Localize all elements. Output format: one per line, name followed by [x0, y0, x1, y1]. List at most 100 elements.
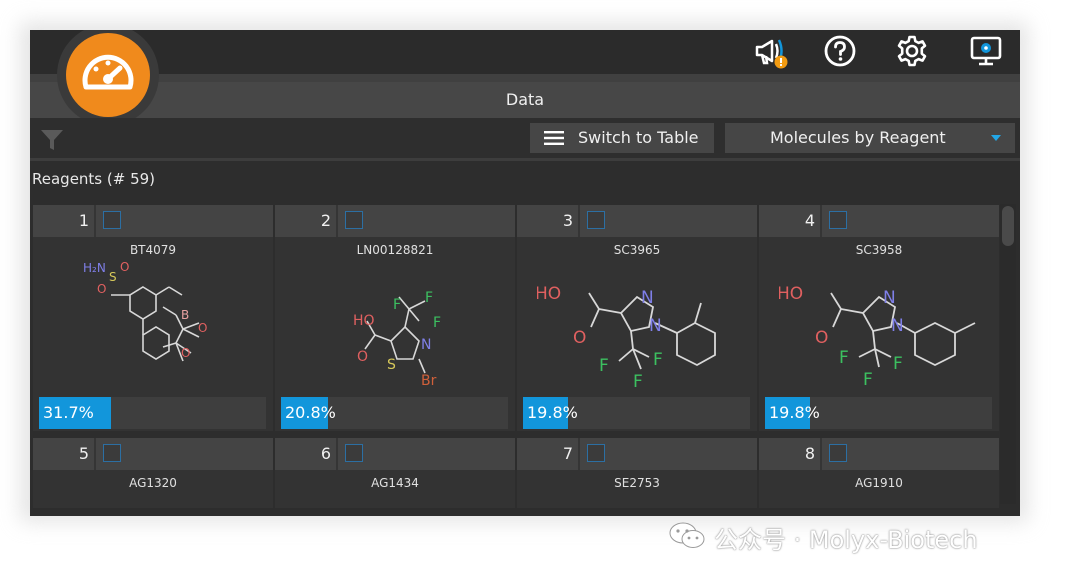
divider [94, 438, 96, 470]
card-checkbox[interactable] [345, 444, 363, 462]
atom-label: F [425, 290, 433, 306]
divider [30, 74, 1020, 82]
atom-label: S [387, 357, 396, 373]
atom-label: F [653, 350, 663, 370]
scrollbar-thumb[interactable] [1002, 206, 1014, 246]
reagent-card[interactable]: 2 LN00128821 HO O F F F N S Br 20.8% [275, 205, 515, 431]
divider [336, 205, 338, 237]
atom-label: N [421, 337, 431, 353]
wechat-icon [669, 522, 705, 548]
reagents-count-label: Reagents (# 59) [32, 170, 156, 188]
card-index: 5 [78, 444, 89, 463]
filter-icon[interactable] [38, 126, 66, 154]
atom-label: O [181, 346, 190, 360]
reagent-card[interactable]: 5 AG1320 [33, 438, 273, 508]
atom-label: H₂N [83, 261, 106, 275]
switch-to-table-label: Switch to Table [578, 128, 699, 147]
atom-label: F [393, 297, 401, 313]
atom-label: S [109, 270, 117, 284]
help-icon[interactable] [822, 33, 858, 69]
divider [94, 205, 96, 237]
card-index: 1 [78, 211, 89, 230]
reagent-card[interactable]: 3 SC3965 HO O N N F F F 19.8% [517, 205, 757, 431]
reagent-id: BT4079 [129, 243, 177, 257]
card-header: 6 [275, 438, 515, 470]
card-index: 7 [562, 444, 573, 463]
atom-label: F [633, 372, 643, 392]
percent-label: 19.8% [769, 403, 820, 422]
pagination-dots[interactable] [505, 506, 545, 514]
atom-label: O [573, 328, 586, 348]
percent-bar: 19.8% [765, 397, 992, 429]
reagent-card[interactable]: 7 SE2753 [517, 438, 757, 508]
divider [820, 438, 822, 470]
atom-label: F [433, 315, 441, 331]
atom-label: Br [421, 373, 437, 389]
card-checkbox[interactable] [587, 444, 605, 462]
card-checkbox[interactable] [103, 444, 121, 462]
atom-label: O [815, 328, 828, 348]
reagent-id: SE2753 [614, 476, 660, 490]
percent-label: 31.7% [43, 403, 94, 422]
list-icon [544, 131, 564, 145]
percent-bar: 19.8% [523, 397, 750, 429]
reagent-id: AG1910 [855, 476, 903, 490]
reagent-id: SC3965 [613, 243, 661, 257]
top-bar [30, 30, 1020, 74]
atom-label: O [198, 321, 207, 335]
reagent-card[interactable]: 6 AG1434 [275, 438, 515, 508]
view-mode-select[interactable]: Molecules by Reagent [725, 123, 1015, 153]
card-header: 5 [33, 438, 273, 470]
card-header: 7 [517, 438, 757, 470]
atom-label: HO [537, 284, 561, 304]
molecule-structure: HO O F F F N S Br [295, 257, 495, 395]
atom-label: B [181, 308, 189, 322]
divider [820, 205, 822, 237]
card-header: 8 [759, 438, 999, 470]
panel-title-bar: Data [30, 82, 1020, 119]
atom-label: HO [353, 313, 375, 329]
watermark: 公众号 · Molyx-Biotech [668, 518, 1068, 554]
reagent-id: AG1434 [371, 476, 419, 490]
megaphone-alert-icon[interactable] [752, 33, 788, 69]
card-header: 4 [759, 205, 999, 237]
card-header: 2 [275, 205, 515, 237]
atom-label: O [357, 349, 368, 365]
reagent-id: AG1320 [129, 476, 177, 490]
card-header: 1 [33, 205, 273, 237]
percent-bar: 20.8% [281, 397, 508, 429]
card-index: 8 [804, 444, 815, 463]
switch-to-table-button[interactable]: Switch to Table [530, 123, 714, 153]
card-checkbox[interactable] [345, 211, 363, 229]
reagent-id: SC3958 [855, 243, 903, 257]
divider [578, 205, 580, 237]
atom-label: N [891, 316, 904, 336]
card-index: 6 [320, 444, 331, 463]
card-checkbox[interactable] [587, 211, 605, 229]
card-checkbox[interactable] [829, 444, 847, 462]
monitor-settings-icon[interactable] [968, 33, 1004, 69]
reagent-card[interactable]: 8 AG1910 [759, 438, 999, 508]
card-index: 2 [320, 211, 331, 230]
gear-icon[interactable] [894, 33, 930, 69]
app-window: Data Switch to Table Molecules by Reagen… [30, 30, 1020, 516]
vertical-scrollbar[interactable] [1000, 204, 1016, 504]
reagent-id: LN00128821 [356, 243, 434, 257]
atom-label: N [649, 316, 662, 336]
reagent-card[interactable]: 4 SC3958 HO O N N F F F 19.8% [759, 205, 999, 431]
atom-label: F [863, 370, 873, 390]
reagent-card[interactable]: 1 BT4079 H₂N S O O B O O 31.7% [33, 205, 273, 431]
card-header: 3 [517, 205, 757, 237]
card-checkbox[interactable] [829, 211, 847, 229]
speedometer-icon[interactable] [66, 33, 150, 117]
page-title: Data [505, 90, 545, 109]
atom-label: F [599, 356, 609, 376]
atom-label: N [641, 288, 654, 308]
toolbar: Switch to Table Molecules by Reagent [30, 118, 1020, 158]
card-checkbox[interactable] [103, 211, 121, 229]
percent-label: 19.8% [527, 403, 578, 422]
molecule-structure: HO O N N F F F [779, 257, 979, 395]
atom-label: O [97, 282, 106, 296]
card-index: 3 [562, 211, 573, 230]
atom-label: F [893, 354, 903, 374]
